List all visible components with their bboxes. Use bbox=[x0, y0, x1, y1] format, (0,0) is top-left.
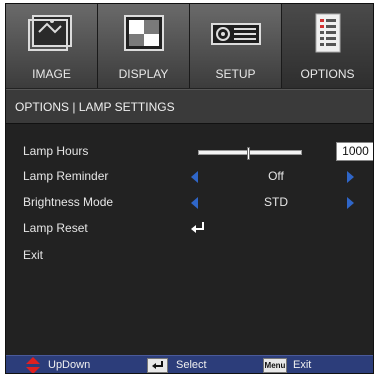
exit-label: Exit bbox=[293, 359, 312, 371]
updown-label: UpDown bbox=[48, 359, 91, 371]
select-key bbox=[147, 358, 168, 373]
tab-bar: IMAGE DISPLAY SETUP OPTIONS bbox=[6, 4, 373, 88]
tab-label: IMAGE bbox=[32, 67, 71, 81]
display-icon bbox=[123, 15, 164, 51]
tab-image[interactable]: IMAGE bbox=[6, 4, 98, 88]
tab-display[interactable]: DISPLAY bbox=[98, 4, 190, 88]
arrow-left-icon[interactable] bbox=[191, 171, 198, 183]
menu-row-brightness-mode[interactable]: Brightness Mode STD bbox=[6, 192, 373, 214]
section-header: OPTIONS | LAMP SETTINGS bbox=[6, 89, 373, 124]
enter-icon bbox=[191, 222, 204, 233]
menu-row-lamp-reminder[interactable]: Lamp Reminder Off bbox=[6, 166, 373, 188]
menu-row-exit[interactable]: Exit bbox=[6, 245, 373, 267]
row-label: Lamp Hours bbox=[23, 144, 89, 158]
osd-menu: IMAGE DISPLAY SETUP OPTIONS OPTIONS | LA… bbox=[5, 3, 374, 374]
row-label: Brightness Mode bbox=[23, 195, 114, 209]
menu-row-lamp-hours[interactable]: Lamp Hours 1000 bbox=[6, 141, 373, 163]
tab-label: SETUP bbox=[215, 67, 256, 81]
lamp-hours-value: 1000 bbox=[336, 142, 373, 161]
arrow-right-icon[interactable] bbox=[347, 171, 354, 183]
updown-icon bbox=[26, 357, 40, 373]
menu-row-lamp-reset[interactable]: Lamp Reset bbox=[6, 218, 373, 240]
row-label: Lamp Reset bbox=[23, 221, 88, 235]
setup-icon bbox=[210, 23, 261, 45]
options-icon bbox=[315, 13, 340, 53]
tab-label: DISPLAY bbox=[118, 67, 169, 81]
lamp-reminder-value: Off bbox=[268, 169, 284, 183]
arrow-left-icon[interactable] bbox=[191, 197, 198, 209]
slider-thumb bbox=[246, 147, 250, 160]
brightness-mode-value: STD bbox=[264, 195, 288, 209]
image-icon bbox=[27, 15, 72, 51]
select-label: Select bbox=[176, 359, 207, 371]
lamp-hours-slider bbox=[198, 147, 302, 160]
tab-options[interactable]: OPTIONS bbox=[282, 4, 373, 88]
tab-setup[interactable]: SETUP bbox=[190, 4, 282, 88]
tab-label: OPTIONS bbox=[300, 67, 355, 81]
enter-icon bbox=[152, 361, 163, 369]
help-bar: UpDown Select Menu Exit bbox=[6, 355, 373, 373]
menu-key: Menu bbox=[263, 358, 287, 373]
page-title: OPTIONS | LAMP SETTINGS bbox=[15, 100, 175, 114]
row-label: Lamp Reminder bbox=[23, 169, 109, 183]
arrow-right-icon[interactable] bbox=[347, 197, 354, 209]
row-label: Exit bbox=[23, 248, 44, 262]
